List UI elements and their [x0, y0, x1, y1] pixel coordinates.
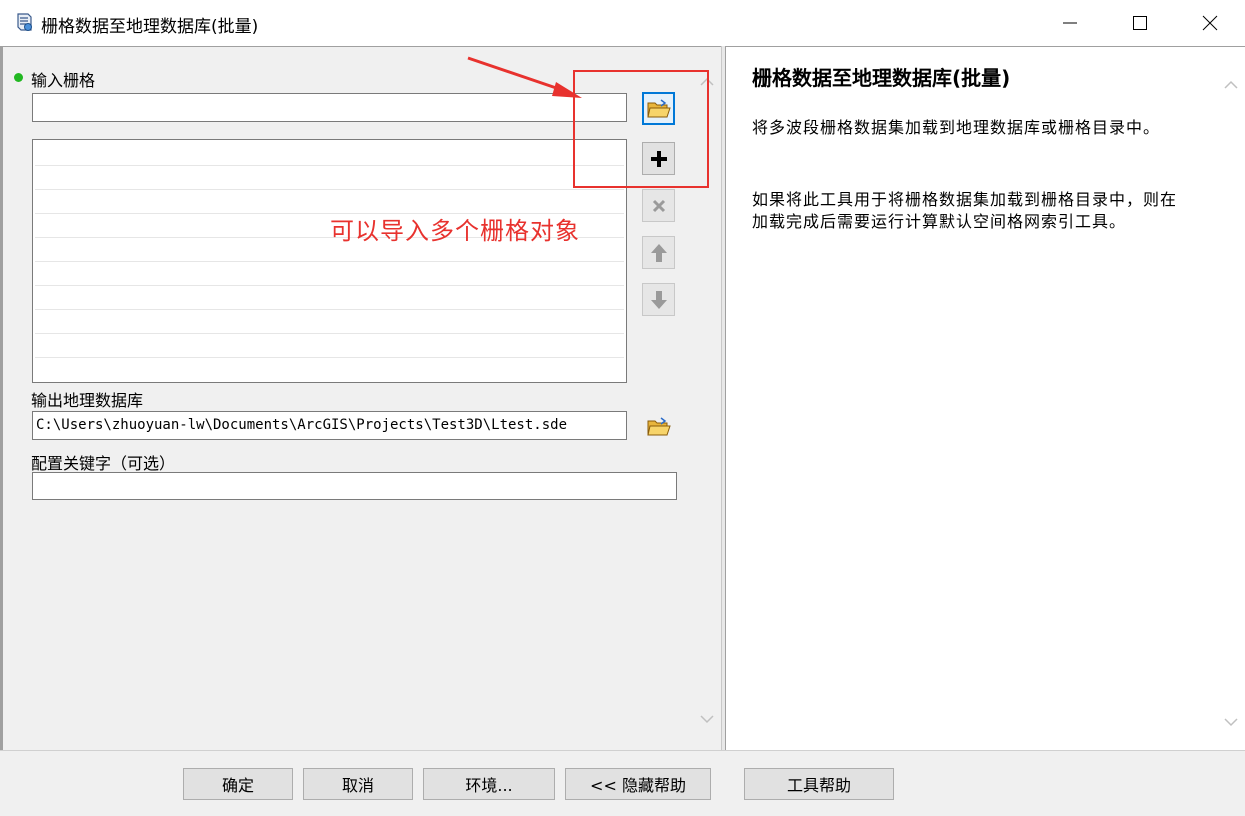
folder-open-icon — [646, 416, 671, 435]
scroll-down-icon[interactable] — [699, 712, 715, 728]
help-panel — [726, 46, 1245, 750]
config-keyword-label: 配置关键字（可选） — [31, 454, 176, 473]
tool-script-icon — [13, 11, 35, 33]
remove-row-button[interactable] — [642, 189, 675, 222]
close-icon — [1202, 15, 1218, 31]
annotation-text: 可以导入多个栅格对象 — [330, 217, 580, 245]
annotation-arrow-icon — [467, 56, 582, 98]
minimize-button[interactable] — [1035, 0, 1105, 46]
list-item[interactable] — [35, 166, 624, 190]
help-title: 栅格数据至地理数据库(批量) — [752, 66, 1011, 90]
x-icon — [652, 199, 665, 212]
help-paragraph: 将多波段栅格数据集加载到地理数据库或栅格目录中。 — [752, 118, 1161, 137]
move-down-button[interactable] — [642, 283, 675, 316]
help-paragraph: 如果将此工具用于将栅格数据集加载到栅格目录中，则在加载完成后需要运行计算默认空间… — [752, 190, 1178, 231]
close-button[interactable] — [1175, 0, 1245, 46]
maximize-button[interactable] — [1105, 0, 1175, 46]
environments-button[interactable]: 环境... — [423, 768, 555, 800]
minimize-icon — [1063, 22, 1077, 24]
move-up-button[interactable] — [642, 236, 675, 269]
arrow-up-icon — [650, 243, 667, 262]
cancel-button[interactable]: 取消 — [303, 768, 413, 800]
input-raster-label: 输入栅格 — [31, 71, 96, 90]
hide-help-button[interactable]: << 隐藏帮助 — [565, 768, 711, 800]
help-scrollbar[interactable] — [1216, 47, 1245, 750]
output-gdb-field[interactable]: C:\Users\zhuoyuan-lw\Documents\ArcGIS\Pr… — [32, 411, 627, 440]
scroll-up-icon[interactable] — [1223, 75, 1239, 94]
ok-button[interactable]: 确定 — [183, 768, 293, 800]
output-gdb-label: 输出地理数据库 — [31, 391, 144, 410]
scroll-down-icon[interactable] — [1223, 712, 1239, 731]
browse-output-button[interactable] — [642, 410, 675, 443]
maximize-icon — [1133, 16, 1147, 30]
list-item[interactable] — [35, 286, 624, 310]
list-item[interactable] — [35, 334, 624, 358]
list-item[interactable] — [35, 358, 624, 382]
config-keyword-field[interactable] — [32, 472, 677, 500]
annotation-highlight-box — [573, 70, 709, 188]
tool-help-button[interactable]: 工具帮助 — [744, 768, 894, 800]
list-item[interactable] — [35, 142, 624, 166]
input-raster-list[interactable] — [32, 139, 627, 383]
list-item[interactable] — [35, 262, 624, 286]
list-item[interactable] — [35, 310, 624, 334]
required-indicator-icon — [14, 73, 23, 82]
window-title: 栅格数据至地理数据库(批量) — [41, 17, 259, 37]
arrow-down-icon — [650, 290, 667, 309]
